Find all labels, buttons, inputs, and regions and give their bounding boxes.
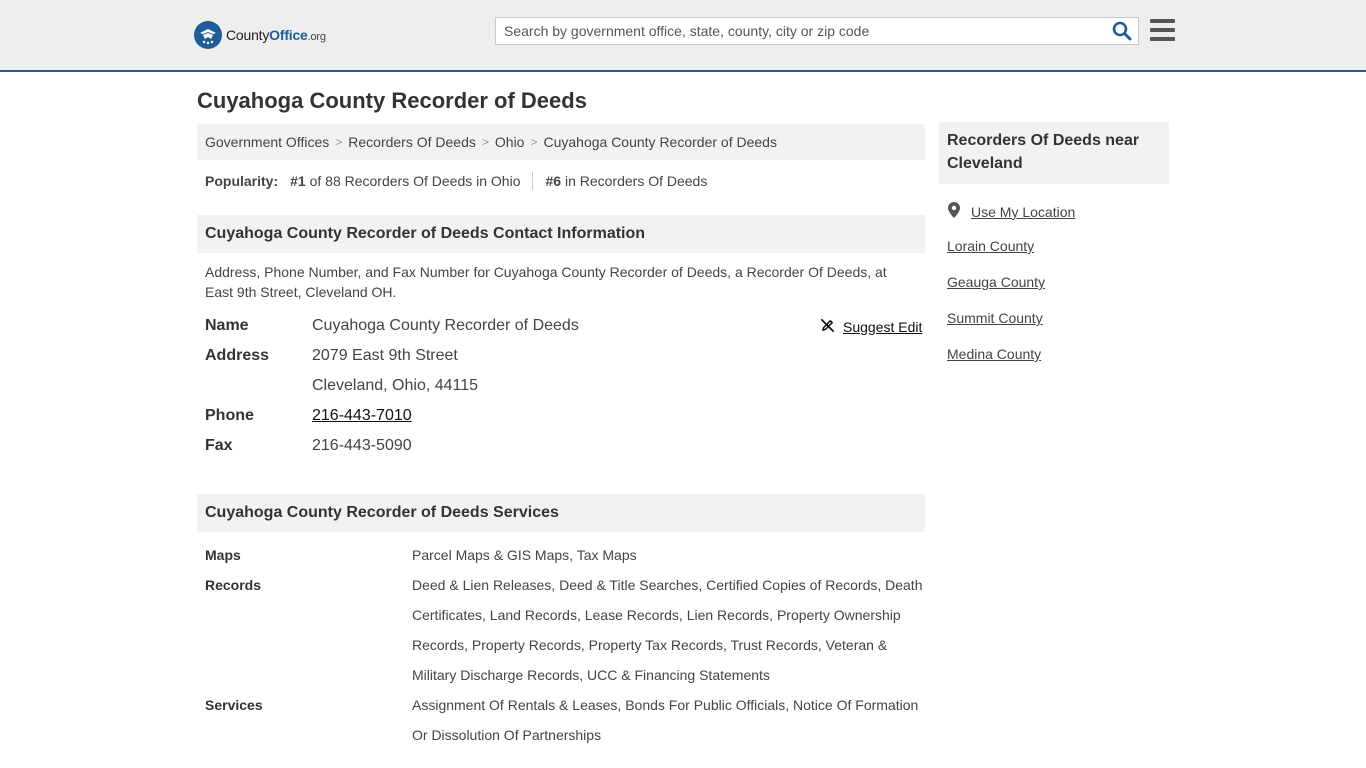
logo-wordmark: CountyOffice.org — [226, 27, 326, 43]
popularity-rank-national: #6 — [545, 173, 562, 189]
popularity-label: Popularity: — [205, 173, 279, 189]
address-label: Address — [205, 347, 270, 364]
breadcrumb-government-offices[interactable]: Government Offices — [205, 134, 329, 150]
fax-label: Fax — [205, 437, 233, 454]
name-value: Cuyahoga County Recorder of Deeds — [312, 317, 579, 334]
popularity-rank-state-text: of 88 Recorders Of Deeds in Ohio — [305, 173, 521, 189]
services-label: Maps — [205, 547, 241, 563]
page-title: Cuyahoga County Recorder of Deeds — [197, 88, 587, 113]
breadcrumb-separator-icon: > — [335, 135, 343, 149]
popularity-rank-national-text: in Recorders Of Deeds — [561, 173, 708, 189]
nearby-link-summit[interactable]: Summit County — [947, 310, 1043, 326]
search-box — [495, 17, 1139, 45]
breadcrumb-separator-icon: > — [481, 135, 489, 149]
contact-section-heading: Cuyahoga County Recorder of Deeds Contac… — [197, 215, 925, 253]
phone-link[interactable]: 216-443-7010 — [312, 405, 412, 427]
logo-tld: .org — [307, 31, 326, 43]
logo-brand-a: County — [226, 27, 270, 43]
search-icon[interactable] — [1112, 21, 1132, 41]
nearby-link-medina[interactable]: Medina County — [947, 346, 1041, 362]
search-input[interactable] — [496, 18, 1112, 44]
use-my-location-label: Use My Location — [971, 203, 1076, 220]
breadcrumb-current: Cuyahoga County Recorder of Deeds — [543, 134, 777, 150]
popularity-rank-state: #1 — [290, 173, 306, 189]
logo-brand-b: Office — [269, 27, 308, 43]
site-logo[interactable]: CountyOffice.org — [194, 21, 326, 49]
services-section-heading: Cuyahoga County Recorder of Deeds Servic… — [197, 494, 925, 532]
services-value: Parcel Maps & GIS Maps, Tax Maps — [412, 547, 637, 563]
site-header: CountyOffice.org — [0, 0, 1366, 72]
breadcrumb: Government Offices > Recorders Of Deeds … — [197, 124, 925, 160]
popularity: Popularity: #1 of 88 Recorders Of Deeds … — [205, 172, 707, 190]
services-label: Services — [205, 697, 263, 713]
services-label: Records — [205, 577, 262, 593]
use-my-location-link[interactable]: Use My Location — [947, 202, 1075, 221]
breadcrumb-recorders-of-deeds[interactable]: Recorders Of Deeds — [348, 134, 476, 150]
breadcrumb-ohio[interactable]: Ohio — [495, 134, 525, 150]
nearby-link-lorain[interactable]: Lorain County — [947, 238, 1034, 254]
county-seal-icon — [194, 21, 222, 49]
fax-value: 216-443-5090 — [312, 437, 412, 454]
sidebar-heading: Recorders Of Deeds near Cleveland — [939, 122, 1169, 184]
edit-off-icon — [820, 318, 835, 336]
services-value: Deed & Lien Releases, Deed & Title Searc… — [412, 577, 923, 683]
suggest-edit-link[interactable]: Suggest Edit — [820, 318, 922, 336]
address-line1: 2079 East 9th Street — [312, 347, 458, 364]
address-line2: Cleveland, Ohio, 44115 — [312, 377, 479, 394]
suggest-edit-label: Suggest Edit — [843, 319, 923, 335]
phone-label: Phone — [205, 407, 254, 424]
services-value: Assignment Of Rentals & Leases, Bonds Fo… — [412, 697, 919, 743]
popularity-divider — [532, 172, 534, 190]
breadcrumb-separator-icon: > — [530, 135, 538, 149]
nearby-link-geauga[interactable]: Geauga County — [947, 274, 1045, 290]
contact-description: Address, Phone Number, and Fax Number fo… — [205, 264, 887, 300]
map-pin-icon — [947, 202, 961, 221]
hamburger-menu-icon[interactable] — [1150, 19, 1175, 41]
name-label: Name — [205, 317, 249, 334]
